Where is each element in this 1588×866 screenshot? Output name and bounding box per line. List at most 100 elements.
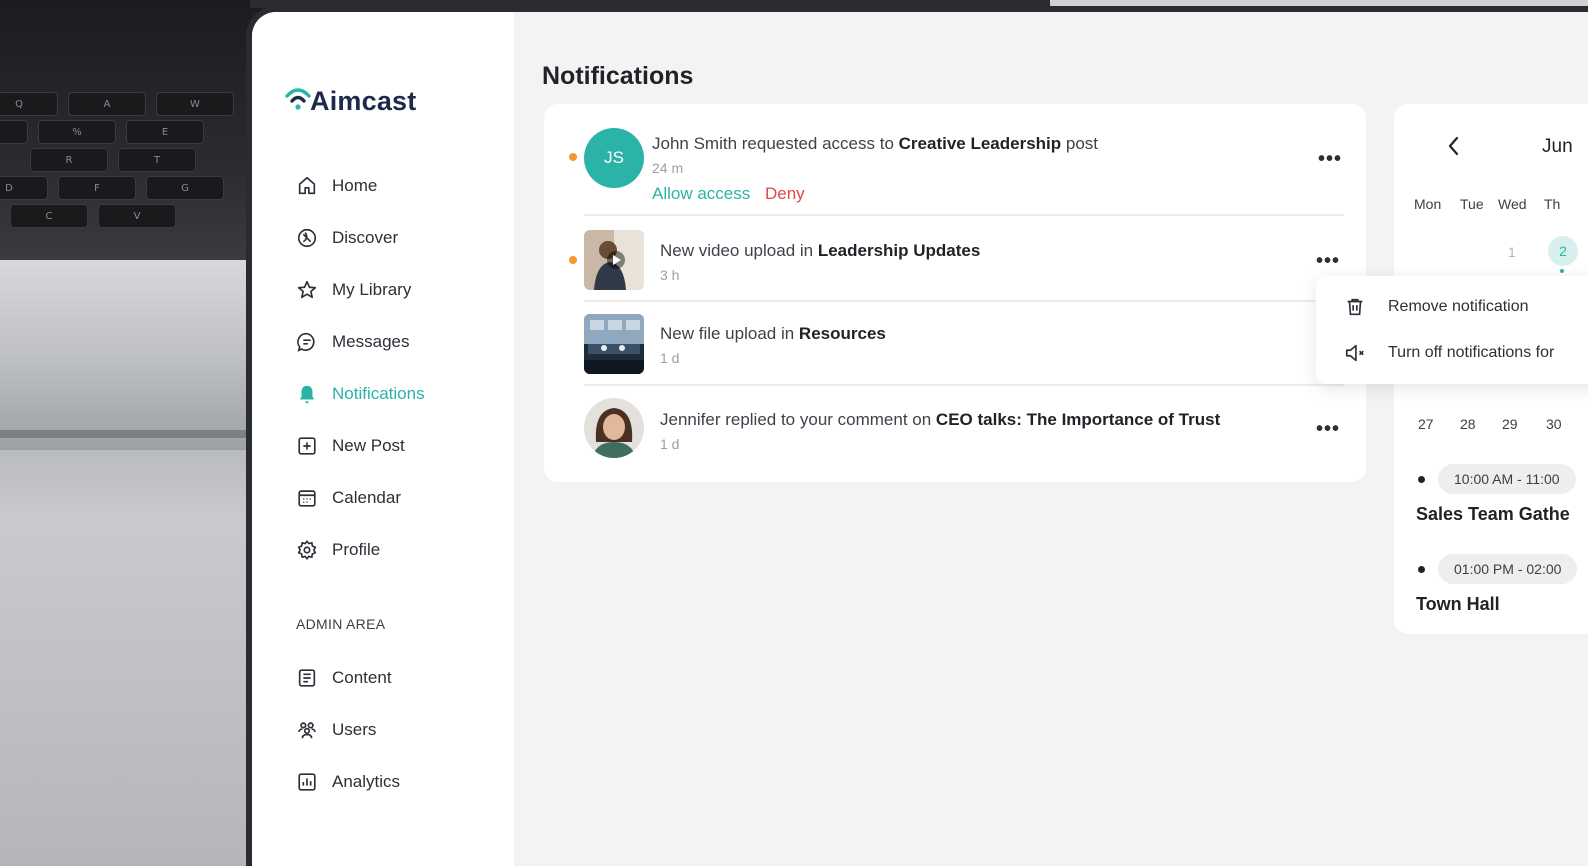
notification-item[interactable]: New video upload in Leadership Updates 3… — [569, 216, 1344, 302]
wifi-logo-icon — [284, 82, 312, 116]
avatar[interactable]: JS — [584, 128, 644, 188]
document-icon — [296, 667, 318, 689]
event-title[interactable]: Town Hall — [1416, 594, 1500, 615]
sidebar-item-label: Discover — [332, 228, 399, 247]
avatar[interactable] — [584, 398, 644, 458]
calendar-day[interactable]: 30 — [1546, 416, 1562, 432]
calendar-month: Jun — [1542, 136, 1573, 157]
main-nav: Home Discover My Library Messages Notifi… — [296, 160, 496, 576]
page-title: Notifications — [542, 62, 694, 90]
sidebar-item-label: Profile — [332, 540, 381, 559]
key: T — [118, 148, 196, 172]
home-icon — [296, 175, 318, 197]
event-bullet — [1418, 566, 1425, 573]
app-screen: Aimcast Home Discover My Library Message… — [252, 12, 1588, 866]
notification-text: New video upload in Leadership Updates — [660, 241, 980, 261]
remove-notification-label: Remove notification — [1388, 298, 1529, 315]
tablet-device: Aimcast Home Discover My Library Message… — [246, 6, 1588, 866]
more-options-icon[interactable]: ••• — [1316, 419, 1340, 439]
sidebar-item-label: Notifications — [332, 384, 425, 403]
sidebar-item-home[interactable]: Home — [296, 160, 496, 212]
deny-button[interactable]: Deny — [765, 184, 805, 204]
key: 3 — [0, 120, 28, 144]
video-thumbnail[interactable] — [584, 230, 644, 290]
sidebar-item-label: Messages — [332, 332, 410, 351]
sidebar-item-messages[interactable]: Messages — [296, 316, 496, 368]
notification-text-prefix: New video upload in — [660, 241, 818, 260]
sidebar: Aimcast Home Discover My Library Message… — [252, 12, 514, 866]
sidebar-item-calendar[interactable]: Calendar — [296, 472, 496, 524]
event-bullet — [1418, 476, 1425, 483]
key: F — [58, 176, 136, 200]
file-thumbnail[interactable] — [584, 314, 644, 374]
chevron-left-icon[interactable] — [1444, 134, 1464, 158]
event-title[interactable]: Sales Team Gathe — [1416, 504, 1570, 525]
compass-icon — [296, 227, 318, 249]
calendar-day-today[interactable]: 2 — [1548, 236, 1578, 266]
sidebar-item-label: Home — [332, 176, 378, 195]
logo[interactable]: Aimcast — [284, 82, 416, 116]
notification-post-link[interactable]: Leadership Updates — [818, 241, 981, 260]
sidebar-item-content[interactable]: Content — [296, 652, 496, 704]
calendar-day[interactable]: 29 — [1502, 416, 1518, 432]
notification-text-suffix: post — [1061, 134, 1099, 153]
notification-post-link[interactable]: Creative Leadership — [899, 134, 1062, 153]
event-time: 10:00 AM - 11:00 — [1438, 464, 1576, 494]
notification-item[interactable]: JS John Smith requested access to Creati… — [569, 104, 1344, 216]
sidebar-item-label: Analytics — [332, 772, 401, 791]
key-row: 3 % E — [0, 120, 204, 144]
notification-text-prefix: New file upload in — [660, 324, 799, 343]
sidebar-item-new-post[interactable]: New Post — [296, 420, 496, 472]
laptop-surface — [0, 260, 270, 450]
notification-context-menu: Remove notification Turn off notificatio… — [1316, 276, 1588, 384]
trash-icon — [1347, 298, 1363, 316]
notification-time: 3 h — [660, 267, 680, 283]
unread-indicator — [569, 256, 577, 264]
notification-text: Jennifer replied to your comment on CEO … — [660, 410, 1220, 430]
key-row: C V — [10, 204, 176, 228]
remove-notification-option[interactable]: Remove notification — [1344, 296, 1529, 318]
users-icon — [296, 719, 318, 741]
allow-access-button[interactable]: Allow access — [652, 184, 750, 204]
notification-time: 1 d — [660, 436, 680, 452]
key: C — [10, 204, 88, 228]
key: % — [38, 120, 116, 144]
unread-indicator — [569, 153, 577, 161]
sidebar-item-users[interactable]: Users — [296, 704, 496, 756]
sidebar-item-label: New Post — [332, 436, 405, 455]
bell-icon — [296, 383, 318, 405]
key: E — [126, 120, 204, 144]
key: R — [30, 148, 108, 172]
sidebar-item-label: Users — [332, 720, 377, 739]
notification-text-prefix: Jennifer replied to your comment on — [660, 410, 936, 429]
sidebar-item-analytics[interactable]: Analytics — [296, 756, 496, 808]
calendar-day[interactable]: 1 — [1508, 244, 1516, 260]
sidebar-item-my-library[interactable]: My Library — [296, 264, 496, 316]
mute-notifications-option[interactable]: Turn off notifications for — [1344, 342, 1554, 364]
notification-post-link[interactable]: Resources — [799, 324, 886, 343]
calendar-icon — [296, 487, 318, 509]
mute-notifications-label: Turn off notifications for — [1388, 344, 1555, 361]
more-options-icon[interactable]: ••• — [1318, 149, 1342, 169]
weekday-label: Tue — [1460, 196, 1484, 212]
calendar-day[interactable]: 27 — [1418, 416, 1434, 432]
laptop-edge — [0, 430, 270, 438]
key: D — [0, 176, 48, 200]
logo-text: Aimcast — [310, 86, 417, 116]
key-row: D F G — [0, 176, 224, 200]
notification-text-prefix: John Smith requested access to — [652, 134, 899, 153]
notification-item[interactable]: New file upload in Resources 1 d — [584, 302, 1344, 386]
weekday-label: Wed — [1498, 196, 1527, 212]
sidebar-item-discover[interactable]: Discover — [296, 212, 496, 264]
notification-post-link[interactable]: CEO talks: The Importance of Trust — [936, 410, 1220, 429]
more-options-icon[interactable]: ••• — [1316, 251, 1340, 271]
sidebar-item-notifications[interactable]: Notifications — [296, 368, 496, 420]
sidebar-item-profile[interactable]: Profile — [296, 524, 496, 576]
notification-item[interactable]: Jennifer replied to your comment on CEO … — [584, 386, 1344, 482]
plus-square-icon — [296, 435, 318, 457]
laptop-keyboard-backdrop: Q A W 3 % E R T D F G C V — [0, 0, 270, 270]
calendar-day[interactable]: 28 — [1460, 416, 1476, 432]
key-row: R T — [30, 148, 196, 172]
weekday-label: Th — [1544, 196, 1561, 212]
sidebar-item-label: Content — [332, 668, 392, 687]
